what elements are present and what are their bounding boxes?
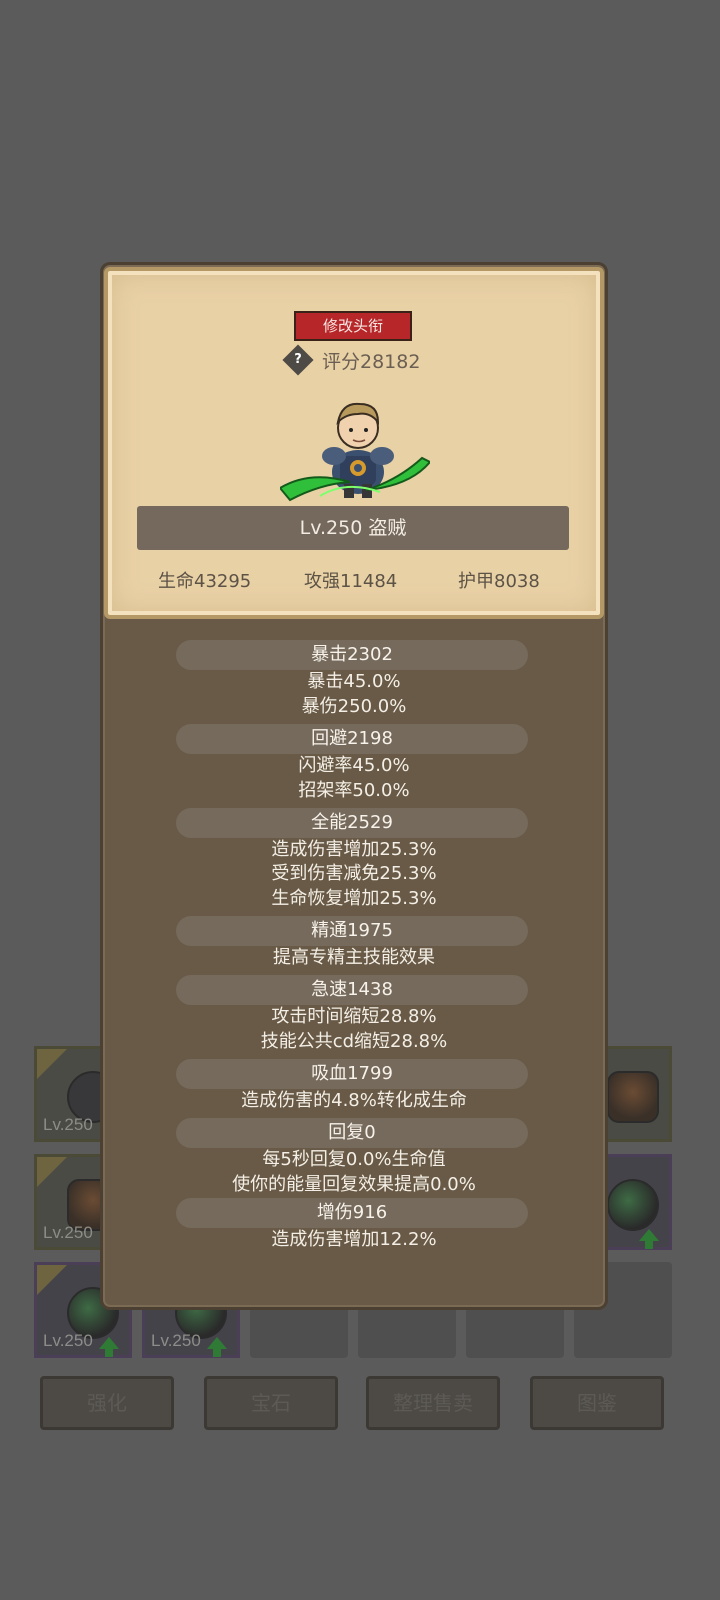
stat-hp: 生命43295 — [158, 571, 252, 592]
upgrade-arrow-icon — [99, 1337, 119, 1357]
slot-level: Lv.250 — [43, 1223, 93, 1242]
stat-line: 暴击45.0% — [307, 671, 401, 692]
stat-line: 造成伤害增加12.2% — [271, 1229, 437, 1250]
help-icon-glyph: ? — [294, 352, 302, 367]
stat-header-crit: 暴击2302 — [176, 640, 528, 670]
stat-line: 每5秒回复0.0%生命值 — [262, 1149, 446, 1170]
armor-icon — [607, 1071, 659, 1123]
stat-line: 暴伤250.0% — [301, 696, 407, 717]
slot-corner — [37, 1265, 67, 1295]
stat-header-versatility: 全能2529 — [176, 808, 528, 838]
stat-line: 攻击时间缩短28.8% — [271, 1006, 437, 1027]
codex-button[interactable]: 图鉴 — [530, 1376, 664, 1430]
change-title-button[interactable]: 修改头衔 — [294, 311, 412, 341]
slot-corner — [37, 1049, 67, 1079]
stat-line: 技能公共cd缩短28.8% — [260, 1031, 448, 1052]
upgrade-arrow-icon — [639, 1229, 659, 1249]
stat-header-mastery: 精通1975 — [176, 916, 528, 946]
stat-header-regen: 回复0 — [176, 1118, 528, 1148]
slot-level: Lv.250 — [151, 1331, 201, 1350]
stat-header-damage-bonus: 增伤916 — [176, 1198, 528, 1228]
stat-header-avoidance: 回避2198 — [176, 724, 528, 754]
stat-header-haste: 急速1438 — [176, 975, 528, 1005]
stat-line: 使你的能量回复效果提高0.0% — [232, 1174, 476, 1195]
stat-line: 闪避率45.0% — [298, 755, 410, 776]
stat-line: 造成伤害增加25.3% — [271, 839, 437, 860]
stat-line: 生命恢复增加25.3% — [271, 888, 437, 909]
gem-button[interactable]: 宝石 — [204, 1376, 338, 1430]
stat-attack-power: 攻强11484 — [304, 571, 398, 592]
slot-level: Lv.250 — [43, 1331, 93, 1350]
score-text: 评分28182 — [322, 351, 421, 373]
base-stats: 生命43295 攻强11484 护甲8038 — [104, 567, 604, 595]
slot-corner — [37, 1157, 67, 1187]
stat-header-leech: 吸血1799 — [176, 1059, 528, 1089]
helmet-icon — [607, 1179, 659, 1231]
sort-sell-button[interactable]: 整理售卖 — [366, 1376, 500, 1430]
stat-line: 造成伤害的4.8%转化成生命 — [241, 1090, 467, 1111]
upgrade-arrow-icon — [207, 1337, 227, 1357]
stat-armor: 护甲8038 — [458, 571, 540, 592]
stat-line: 提高专精主技能效果 — [273, 947, 435, 968]
enhance-button[interactable]: 强化 — [40, 1376, 174, 1430]
help-icon[interactable]: ? — [282, 344, 314, 376]
character-portrait — [280, 402, 430, 502]
level-class-bar: Lv.250 盗贼 — [137, 506, 569, 550]
slot-level: Lv.250 — [43, 1115, 93, 1134]
stat-line: 受到伤害减免25.3% — [271, 863, 437, 884]
stat-line: 招架率50.0% — [298, 780, 410, 801]
